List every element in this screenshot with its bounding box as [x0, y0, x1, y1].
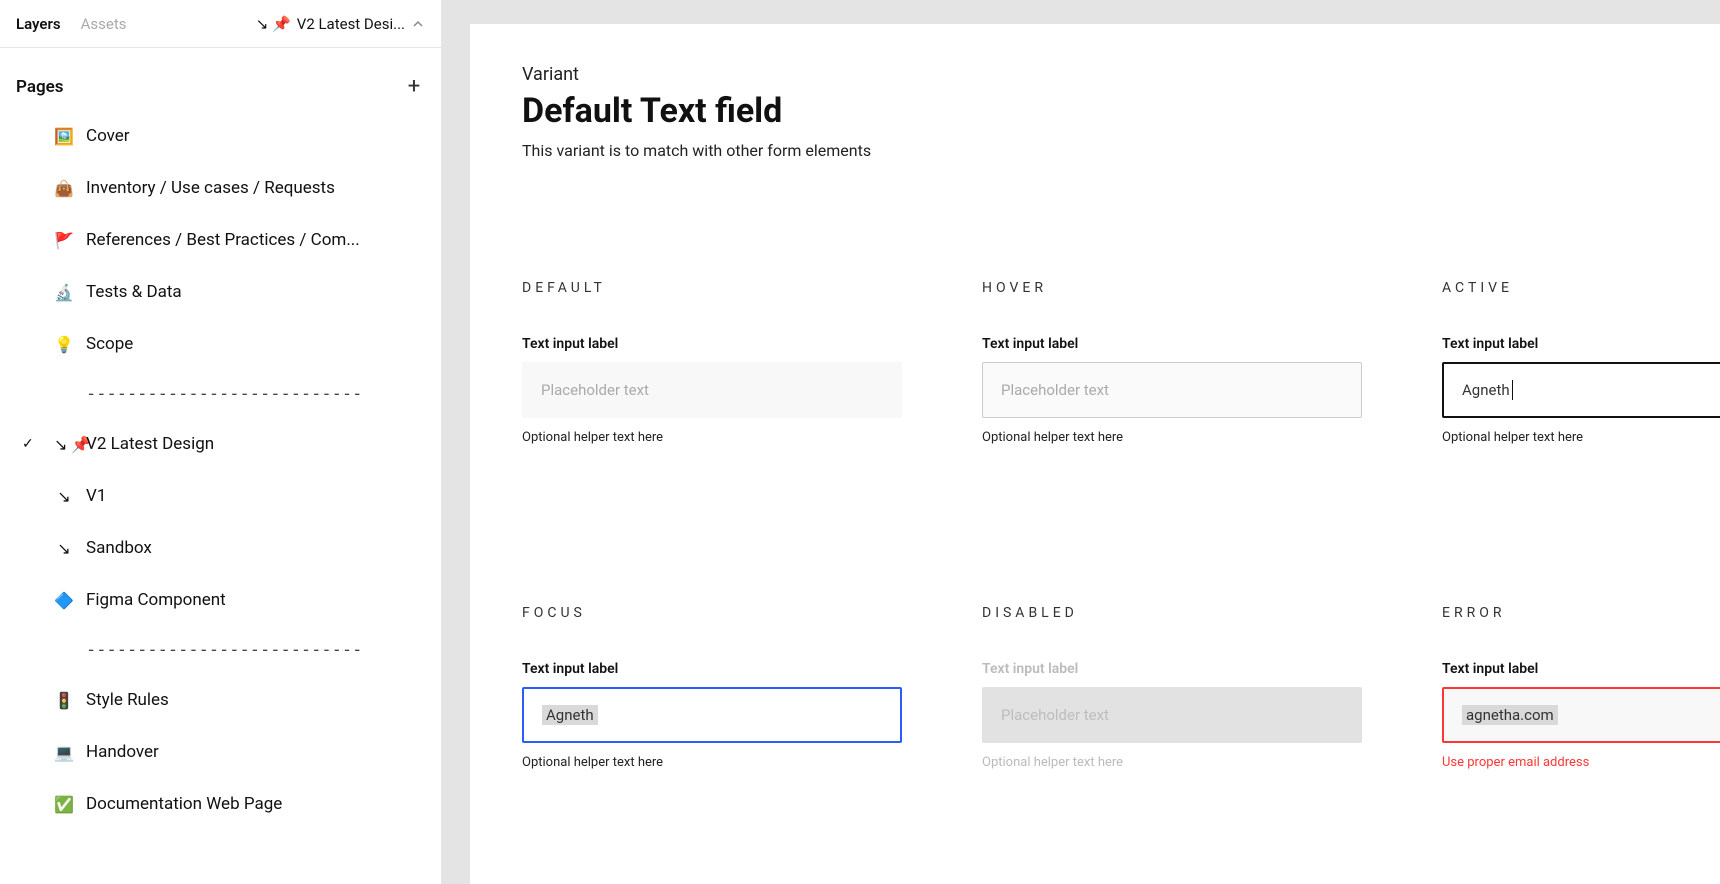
page-divider: ---------------------------	[8, 370, 433, 418]
page-item-current[interactable]: ✓ ↘ 📌 V2 Latest Design	[8, 418, 433, 470]
page-icon: 💻	[54, 743, 74, 762]
page-label: V2 Latest Design	[86, 434, 214, 454]
page-icon: 👜	[54, 179, 74, 198]
input-value-selected: Agneth	[542, 705, 598, 725]
field-label: Text input label	[1442, 661, 1720, 677]
text-field-disabled: Placeholder text	[982, 687, 1362, 743]
page-item[interactable]: 👜 Inventory / Use cases / Requests	[8, 162, 433, 214]
placeholder: Placeholder text	[541, 381, 649, 399]
state-name: DEFAULT	[522, 280, 932, 296]
layers-panel: Layers Assets ↘ 📌 V2 Latest Desi... Page…	[0, 0, 442, 884]
page-label: Scope	[86, 334, 133, 354]
page-label: Inventory / Use cases / Requests	[86, 178, 335, 198]
input-value: Agneth	[1462, 381, 1510, 399]
state-name: HOVER	[982, 280, 1392, 296]
helper-text: Optional helper text here	[522, 430, 932, 445]
divider-label: ---------------------------	[86, 640, 362, 660]
page-icon: ↘ 📌	[54, 435, 74, 454]
variant-overline: Variant	[522, 64, 1668, 85]
page-label: V1	[86, 486, 106, 506]
page-item[interactable]: ✅ Documentation Web Page	[8, 778, 433, 830]
page-icon: 🔬	[54, 283, 74, 302]
helper-text-error: Use proper email address	[1442, 755, 1720, 770]
helper-text: Optional helper text here	[982, 755, 1392, 770]
page-item[interactable]: 💡 Scope	[8, 318, 433, 370]
page-icon: 💡	[54, 335, 74, 354]
placeholder: Placeholder text	[1001, 706, 1109, 724]
input-value-selected: agnetha.com	[1462, 705, 1558, 725]
current-page-dropdown[interactable]: ↘ 📌 V2 Latest Desi...	[256, 15, 425, 33]
state-name: DISABLED	[982, 605, 1392, 621]
page-item[interactable]: 🔬 Tests & Data	[8, 266, 433, 318]
variant-title: Default Text field	[522, 91, 1668, 131]
page-item[interactable]: 🖼️ Cover	[8, 110, 433, 162]
states-grid: DEFAULT Text input label Placeholder tex…	[522, 280, 1668, 770]
page-label: Sandbox	[86, 538, 152, 558]
state-error: ERROR Text input label agnetha.com Use p…	[1442, 605, 1720, 770]
chevron-up-icon	[411, 17, 425, 31]
state-default: DEFAULT Text input label Placeholder tex…	[522, 280, 932, 445]
current-page-label: V2 Latest Desi...	[297, 15, 405, 33]
page-label: References / Best Practices / Com...	[86, 230, 360, 250]
page-item[interactable]: ↘ Sandbox	[8, 522, 433, 574]
state-hover: HOVER Text input label Placeholder text …	[982, 280, 1392, 445]
page-label: Figma Component	[86, 590, 226, 610]
page-label: Style Rules	[86, 690, 169, 710]
page-label: Handover	[86, 742, 159, 762]
page-label: Cover	[86, 126, 130, 146]
text-field-hover[interactable]: Placeholder text	[982, 362, 1362, 418]
text-field-error[interactable]: agnetha.com	[1442, 687, 1720, 743]
field-label: Text input label	[1442, 336, 1720, 352]
arrow-down-right-icon: ↘ 📌	[256, 15, 291, 33]
page-item[interactable]: 🔷 Figma Component	[8, 574, 433, 626]
pages-title: Pages	[16, 77, 64, 97]
sidebar-header: Layers Assets ↘ 📌 V2 Latest Desi...	[0, 0, 441, 48]
text-caret-icon	[1512, 380, 1513, 400]
page-icon: ↘	[54, 487, 74, 506]
field-label: Text input label	[522, 661, 932, 677]
pages-header: Pages +	[0, 48, 441, 110]
page-item[interactable]: 💻 Handover	[8, 726, 433, 778]
tab-assets[interactable]: Assets	[81, 15, 127, 33]
page-icon: ✅	[54, 795, 74, 814]
panel-tabs: Layers Assets	[16, 15, 126, 33]
state-name: ERROR	[1442, 605, 1720, 621]
page-icon: 🖼️	[54, 127, 74, 146]
divider-label: ---------------------------	[86, 384, 362, 404]
field-label: Text input label	[982, 661, 1392, 677]
page-list: 🖼️ Cover 👜 Inventory / Use cases / Reque…	[0, 110, 441, 884]
state-focus: FOCUS Text input label Agneth Optional h…	[522, 605, 932, 770]
artboard: Variant Default Text field This variant …	[470, 24, 1720, 884]
state-name: ACTIVE	[1442, 280, 1720, 296]
tab-layers[interactable]: Layers	[16, 15, 61, 33]
page-item[interactable]: 🚩 References / Best Practices / Com...	[8, 214, 433, 266]
state-name: FOCUS	[522, 605, 932, 621]
variant-header: Variant Default Text field This variant …	[522, 64, 1668, 160]
variant-description: This variant is to match with other form…	[522, 141, 1668, 160]
page-label: Documentation Web Page	[86, 794, 282, 814]
page-item[interactable]: ↘ V1	[8, 470, 433, 522]
helper-text: Optional helper text here	[1442, 430, 1720, 445]
page-icon: 🚩	[54, 231, 74, 250]
field-label: Text input label	[522, 336, 932, 352]
check-icon: ✓	[22, 436, 34, 452]
text-field-focus[interactable]: Agneth	[522, 687, 902, 743]
canvas-area[interactable]: Variant Default Text field This variant …	[442, 0, 1720, 884]
state-disabled: DISABLED Text input label Placeholder te…	[982, 605, 1392, 770]
state-active: ACTIVE Text input label Agneth Optional …	[1442, 280, 1720, 445]
text-field-active[interactable]: Agneth	[1442, 362, 1720, 418]
page-label: Tests & Data	[86, 282, 182, 302]
page-icon: 🔷	[54, 591, 74, 610]
add-page-button[interactable]: +	[403, 76, 425, 98]
page-divider: ---------------------------	[8, 626, 433, 674]
page-icon: ↘	[54, 539, 74, 558]
helper-text: Optional helper text here	[982, 430, 1392, 445]
page-item[interactable]: 🚦 Style Rules	[8, 674, 433, 726]
page-icon: 🚦	[54, 691, 74, 710]
text-field-default[interactable]: Placeholder text	[522, 362, 902, 418]
helper-text: Optional helper text here	[522, 755, 932, 770]
field-label: Text input label	[982, 336, 1392, 352]
placeholder: Placeholder text	[1001, 381, 1109, 399]
